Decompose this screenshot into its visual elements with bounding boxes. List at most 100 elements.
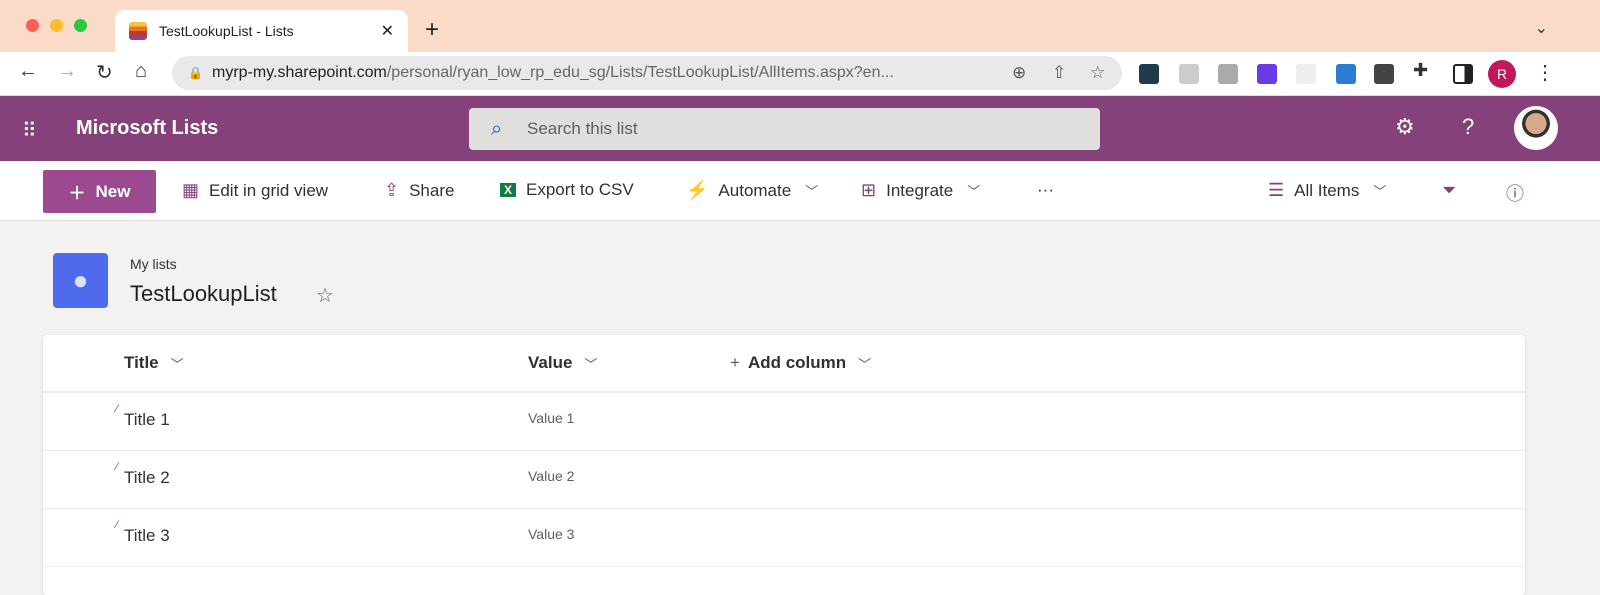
excel-icon: X — [500, 183, 517, 197]
automate-icon: ⚡ — [686, 180, 709, 200]
minimize-window-button[interactable] — [50, 19, 63, 32]
close-tab-icon[interactable]: ✕ — [381, 21, 394, 41]
table-row[interactable]: ⁄ Title 1 Value 1 — [43, 393, 1525, 451]
new-tab-icon[interactable]: + — [425, 16, 439, 44]
integrate-icon: ⊞ — [861, 180, 877, 200]
integrate-label: Integrate — [886, 180, 954, 200]
command-bar: ＋ New ▦ Edit in grid view ⇪ Share X Export t… — [0, 161, 1600, 221]
tab-search-chevron-icon[interactable]: ⌄ — [1535, 18, 1548, 38]
new-label: New — [95, 181, 131, 201]
chevron-down-icon: ﹀ — [584, 356, 598, 372]
extension-speed-icon[interactable] — [1257, 64, 1277, 84]
automate-button[interactable]: ⚡ Automate ﹀ — [686, 180, 818, 201]
extension-windows-icon[interactable] — [1336, 64, 1356, 84]
search-input[interactable]: ⌕ Search this list — [469, 108, 1100, 150]
zoom-icon[interactable]: ⊕ — [1012, 63, 1026, 83]
browser-tab-strip: TestLookupList - Lists ✕ + ⌄ — [0, 0, 1600, 52]
close-window-button[interactable] — [26, 19, 39, 32]
info-button[interactable]: ⓘ — [1506, 180, 1524, 206]
row-value: Value 3 — [528, 526, 575, 542]
share-button[interactable]: ⇪ Share — [384, 180, 454, 201]
edit-grid-view-button[interactable]: ▦ Edit in grid view — [182, 180, 328, 201]
suite-header: ⠿ Microsoft Lists ⌕ Search this list ⚙ ? — [0, 96, 1600, 161]
row-value: Value 1 — [528, 410, 575, 426]
url-host: myrp-my.sharepoint.com — [212, 64, 387, 81]
help-icon[interactable]: ? — [1462, 114, 1474, 140]
reload-icon[interactable]: ↻ — [96, 60, 113, 85]
filter-icon: ⏷ — [1442, 180, 1457, 200]
app-title[interactable]: Microsoft Lists — [76, 117, 218, 140]
tab-title: TestLookupList - Lists — [159, 23, 294, 39]
chevron-down-icon: ﹀ — [858, 356, 872, 372]
new-item-icon: ⁄ — [116, 461, 118, 473]
view-selector[interactable]: ☰ All Items ﹀ — [1268, 180, 1386, 201]
lists-favicon-icon — [129, 22, 147, 40]
new-item-icon: ⁄ — [116, 403, 118, 415]
column-header-title[interactable]: Title ﹀ — [124, 353, 184, 373]
list-icon: ● — [53, 253, 108, 308]
share-page-icon[interactable]: ⇧ — [1052, 63, 1066, 83]
favorite-star-icon[interactable]: ☆ — [316, 283, 334, 308]
chevron-down-icon: ﹀ — [170, 356, 184, 372]
maximize-window-button[interactable] — [74, 19, 87, 32]
add-column-label: Add column — [747, 353, 847, 372]
settings-gear-icon[interactable]: ⚙ — [1395, 114, 1415, 140]
row-title[interactable]: Title 3 — [124, 526, 170, 546]
chevron-down-icon: ﹀ — [1373, 184, 1387, 199]
extension-mask-icon[interactable] — [1296, 64, 1316, 84]
column-title-label: Title — [124, 353, 159, 372]
more-button[interactable]: ··· — [1037, 180, 1054, 200]
profile-avatar[interactable]: R — [1488, 60, 1516, 88]
grid-icon: ▦ — [182, 180, 200, 200]
breadcrumb[interactable]: My lists — [130, 256, 177, 272]
side-panel-icon[interactable] — [1453, 64, 1473, 84]
extension-camera-icon[interactable] — [1218, 64, 1238, 84]
extension-selenium-icon[interactable] — [1374, 64, 1394, 84]
column-header-value[interactable]: Value ﹀ — [528, 353, 597, 373]
table-row[interactable]: ⁄ Title 3 Value 3 — [43, 509, 1525, 567]
row-title[interactable]: Title 2 — [124, 468, 170, 488]
extension-code-icon[interactable] — [1139, 64, 1159, 84]
browser-toolbar: ← → ↻ ⌂ 🔒 myrp-my.sharepoint.com/persona… — [0, 52, 1600, 96]
row-title[interactable]: Title 1 — [124, 410, 170, 430]
extension-chrome-icon[interactable] — [1179, 64, 1199, 84]
user-avatar[interactable] — [1514, 106, 1558, 150]
view-lines-icon: ☰ — [1268, 180, 1285, 200]
home-icon[interactable]: ⌂ — [135, 60, 147, 83]
view-label: All Items — [1294, 180, 1360, 200]
export-label: Export to CSV — [526, 180, 634, 199]
extensions-puzzle-icon[interactable]: ✚ — [1413, 60, 1428, 81]
back-icon[interactable]: ← — [18, 60, 38, 83]
share-icon: ⇪ — [384, 180, 400, 200]
new-item-icon: ⁄ — [116, 519, 118, 531]
url-path: /personal/ryan_low_rp_edu_sg/Lists/TestL… — [386, 64, 894, 81]
automate-label: Automate — [718, 180, 792, 200]
search-icon: ⌕ — [491, 117, 503, 140]
add-column-button[interactable]: + Add column ﹀ — [730, 353, 871, 373]
chevron-down-icon: ﹀ — [805, 184, 819, 199]
plus-icon: + — [730, 353, 740, 372]
piggy-bank-icon: ● — [72, 265, 89, 295]
plus-icon: ＋ — [68, 184, 86, 203]
app-launcher-icon[interactable]: ⠿ — [22, 118, 37, 143]
share-label: Share — [409, 180, 455, 200]
export-csv-button[interactable]: X Export to CSV — [500, 180, 634, 200]
filter-button[interactable]: ⏷ — [1442, 180, 1456, 201]
browser-menu-icon[interactable]: ⋮ — [1535, 60, 1555, 85]
info-icon: ⓘ — [1506, 184, 1524, 204]
forward-icon[interactable]: → — [57, 60, 77, 83]
row-value: Value 2 — [528, 468, 575, 484]
list-grid: Title ﹀ Value ﹀ + Add column ﹀ ⁄ Title 1 Value… — [43, 335, 1525, 595]
column-value-label: Value — [528, 353, 573, 372]
browser-tab[interactable]: TestLookupList - Lists ✕ — [115, 10, 408, 52]
bookmark-star-icon[interactable]: ☆ — [1090, 63, 1105, 83]
page-title: TestLookupList — [130, 281, 277, 306]
address-bar[interactable]: 🔒 myrp-my.sharepoint.com/personal/ryan_l… — [172, 56, 1122, 90]
search-placeholder: Search this list — [527, 119, 638, 138]
lock-icon: 🔒 — [188, 66, 203, 80]
integrate-button[interactable]: ⊞ Integrate ﹀ — [861, 180, 980, 201]
edit-grid-label: Edit in grid view — [209, 180, 329, 200]
chevron-down-icon: ﹀ — [967, 184, 981, 199]
table-row[interactable]: ⁄ Title 2 Value 2 — [43, 451, 1525, 509]
new-button[interactable]: ＋ New — [43, 170, 156, 213]
